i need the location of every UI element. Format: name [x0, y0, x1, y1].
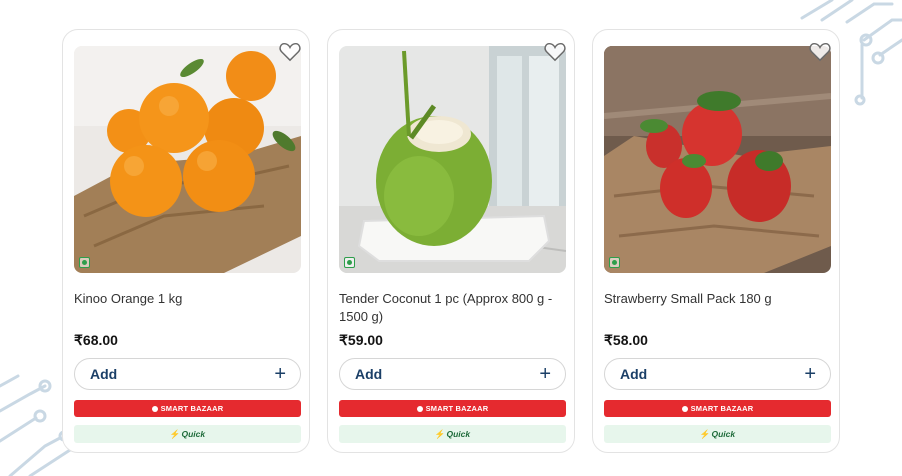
product-price: ₹58.00 [604, 332, 648, 348]
quick-delivery-badge: ⚡ Quick [339, 425, 566, 443]
smart-bazaar-logo-icon [151, 405, 158, 412]
product-image[interactable] [339, 46, 566, 273]
add-to-cart-button[interactable]: Add + [74, 358, 301, 390]
quick-lightning-icon: ⚡ [169, 428, 181, 439]
add-button-label: Add [355, 366, 383, 382]
product-card[interactable]: Strawberry Small Pack 180 g ₹58.00 Add +… [592, 29, 840, 453]
smart-bazaar-label: SMART BAZAAR [690, 404, 754, 413]
heart-icon[interactable] [279, 42, 301, 62]
plus-icon: + [804, 363, 816, 385]
quick-label: Quick [446, 429, 471, 439]
quick-label: Quick [181, 429, 206, 439]
smart-bazaar-label: SMART BAZAAR [160, 404, 224, 413]
product-price: ₹59.00 [339, 332, 383, 348]
smart-bazaar-badge: SMART BAZAAR [339, 400, 566, 417]
quick-lightning-icon: ⚡ [434, 428, 446, 439]
smart-bazaar-badge: SMART BAZAAR [604, 400, 831, 417]
product-name[interactable]: Kinoo Orange 1 kg [74, 290, 301, 308]
product-name[interactable]: Tender Coconut 1 pc (Approx 800 g - 1500… [339, 290, 566, 326]
quick-lightning-icon: ⚡ [699, 428, 711, 439]
smart-bazaar-badge: SMART BAZAAR [74, 400, 301, 417]
veg-indicator-icon [609, 257, 620, 268]
plus-icon: + [539, 363, 551, 385]
quick-label: Quick [711, 429, 736, 439]
add-button-label: Add [620, 366, 648, 382]
quick-delivery-badge: ⚡ Quick [74, 425, 301, 443]
heart-icon[interactable] [544, 42, 566, 62]
add-to-cart-button[interactable]: Add + [339, 358, 566, 390]
product-card[interactable]: Kinoo Orange 1 kg ₹68.00 Add + SMART BAZ… [62, 29, 310, 453]
plus-icon: + [274, 363, 286, 385]
product-card[interactable]: Tender Coconut 1 pc (Approx 800 g - 1500… [327, 29, 575, 453]
veg-indicator-icon [344, 257, 355, 268]
smart-bazaar-logo-icon [681, 405, 688, 412]
product-price: ₹68.00 [74, 332, 118, 348]
smart-bazaar-logo-icon [416, 405, 423, 412]
quick-delivery-badge: ⚡ Quick [604, 425, 831, 443]
add-to-cart-button[interactable]: Add + [604, 358, 831, 390]
product-image[interactable] [74, 46, 301, 273]
add-button-label: Add [90, 366, 118, 382]
heart-icon[interactable] [809, 42, 831, 62]
product-image[interactable] [604, 46, 831, 273]
veg-indicator-icon [79, 257, 90, 268]
product-name[interactable]: Strawberry Small Pack 180 g [604, 290, 831, 308]
smart-bazaar-label: SMART BAZAAR [425, 404, 489, 413]
